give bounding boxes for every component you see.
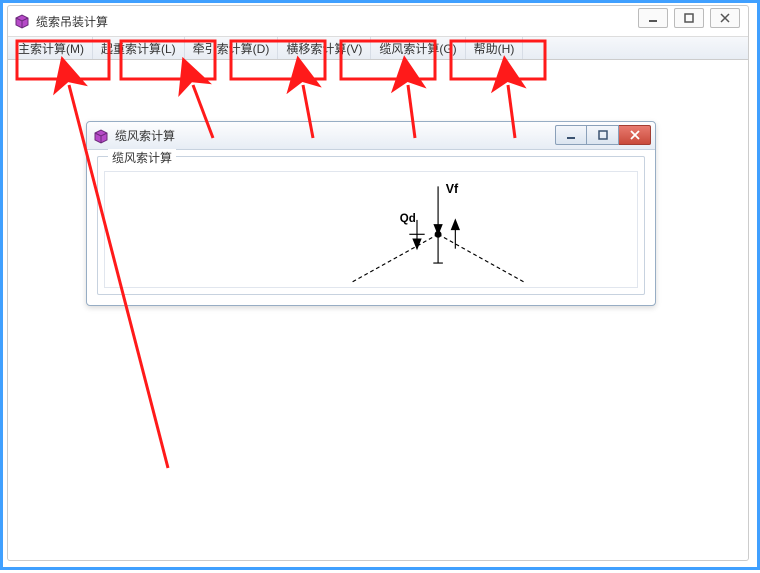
menu-lateral-cable[interactable]: 横移索计算(V) (278, 37, 371, 59)
menu-wind-cable[interactable]: 缆风索计算(G) (371, 37, 465, 59)
wind-cable-groupbox: 缆风索计算 (97, 156, 645, 295)
diagram-v-label: Vf (446, 182, 459, 196)
cable-diagram-icon: Vf Qd (105, 172, 637, 287)
inner-minimize-button[interactable] (555, 125, 587, 145)
inner-close-button[interactable] (619, 125, 651, 145)
main-window-title: 缆索吊装计算 (36, 13, 108, 30)
inner-body: 缆风索计算 (87, 150, 655, 305)
groupbox-label: 缆风索计算 (108, 149, 176, 166)
diagram-area: Vf Qd (104, 171, 638, 288)
inner-app-icon (93, 128, 109, 144)
menu-help[interactable]: 帮助(H) (466, 37, 524, 59)
inner-window-controls (555, 125, 651, 145)
app-icon (14, 13, 30, 29)
menu-traction-cable[interactable]: 牵引索计算(D) (185, 37, 279, 59)
main-title-bar: 缆索吊装计算 (8, 6, 748, 36)
inner-title-bar: 缆风索计算 (87, 122, 655, 150)
inner-window-title: 缆风索计算 (115, 127, 175, 144)
menu-bar: 主索计算(M) 起重索计算(L) 牵引索计算(D) 横移索计算(V) 缆风索计算… (8, 36, 748, 60)
menu-main-cable[interactable]: 主索计算(M) (10, 37, 93, 59)
inner-maximize-button[interactable] (587, 125, 619, 145)
window-controls (638, 8, 740, 28)
minimize-button[interactable] (638, 8, 668, 28)
diagram-q-label: Qd (400, 213, 416, 225)
menu-lifting-cable[interactable]: 起重索计算(L) (93, 37, 185, 59)
wind-cable-window: 缆风索计算 缆风索计算 (86, 121, 656, 306)
close-button[interactable] (710, 8, 740, 28)
maximize-button[interactable] (674, 8, 704, 28)
main-window: 缆索吊装计算 主索计算(M) 起重索计算(L) 牵引索计算(D) 横移索计算(V… (7, 5, 749, 561)
